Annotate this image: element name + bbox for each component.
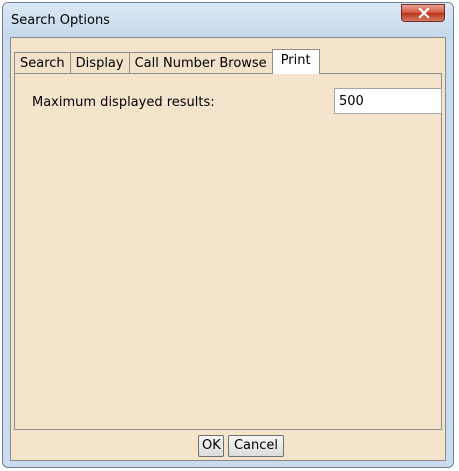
ok-button[interactable]: OK — [198, 435, 224, 457]
tab-print[interactable]: Print — [271, 49, 320, 74]
search-options-window: Search Options Search Display Call Numbe… — [2, 2, 454, 468]
max-results-input[interactable] — [334, 88, 442, 114]
print-tab-panel — [14, 73, 442, 430]
close-icon — [418, 8, 430, 18]
cancel-button[interactable]: Cancel — [228, 435, 284, 457]
tab-display[interactable]: Display — [69, 52, 130, 74]
window-title: Search Options — [11, 13, 110, 28]
tab-call-number-browse[interactable]: Call Number Browse — [128, 52, 273, 74]
tab-search[interactable]: Search — [14, 52, 71, 74]
max-results-label: Maximum displayed results: — [32, 95, 215, 110]
close-button[interactable] — [401, 4, 445, 22]
dialog-client-area: Search Display Call Number Browse Print … — [10, 37, 446, 461]
tab-strip: Search Display Call Number Browse Print — [14, 49, 320, 74]
title-bar[interactable]: Search Options — [3, 3, 453, 37]
